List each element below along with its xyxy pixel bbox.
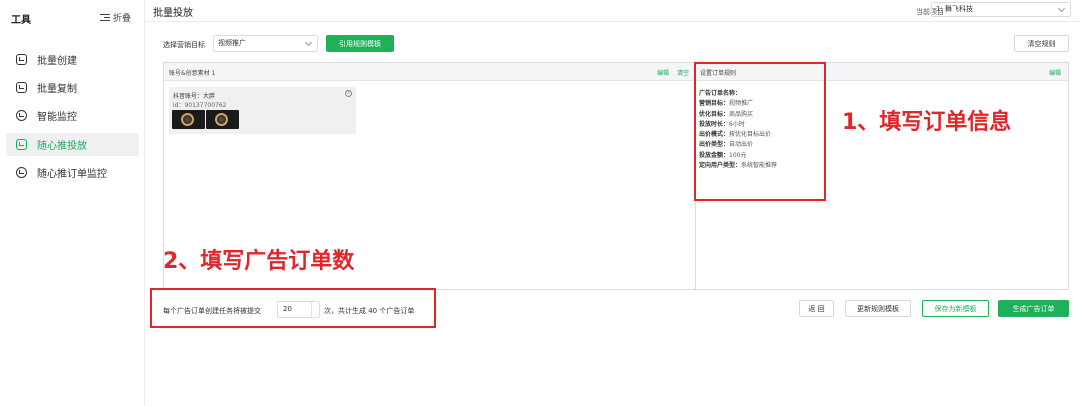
video-thumbnail[interactable] (172, 110, 205, 129)
sidebar-title: 工具 (11, 15, 31, 26)
sidebar-item-label: 随心推订单监控 (37, 169, 107, 180)
use-template-button[interactable]: 引用规则模板 (326, 35, 394, 52)
goal-value: 视频推广 (218, 39, 246, 47)
sidebar-item-batch-create[interactable]: 批量创建 (6, 48, 139, 71)
video-thumbnail[interactable] (206, 110, 239, 129)
batch-copy-icon (16, 82, 27, 93)
annotation-step1: 1、填写订单信息 (842, 110, 1012, 135)
goal-label: 选择营销目标 (163, 41, 205, 49)
order-count-input[interactable]: 20 (277, 301, 320, 318)
annotation-box-rules (694, 62, 826, 201)
project-value: 1: 舞飞科技 (936, 5, 974, 13)
page-title: 批量投放 (153, 8, 193, 19)
generate-orders-button[interactable]: 生成广告订单 (998, 300, 1069, 317)
sidebar-item-label: 随心推投放 (37, 141, 87, 152)
batch-create-icon (16, 54, 27, 65)
account-material-header: 账号&创意素材 1 编辑 清空 (164, 63, 695, 81)
annotation-step2: 2、填写广告订单数 (163, 249, 355, 274)
sidebar-item-label: 批量复制 (37, 84, 77, 95)
fold-button[interactable]: 折叠 (100, 11, 131, 24)
back-button[interactable]: 返 回 (799, 300, 834, 317)
account-material-title: 账号&创意素材 1 (169, 70, 216, 77)
sidebar-item-suixintui-launch[interactable]: 随心推投放 (6, 133, 139, 156)
edit-rules-link[interactable]: 编辑 (1049, 68, 1061, 77)
sidebar-item-smart-monitor[interactable]: 智能监控 (6, 104, 139, 127)
chevron-down-icon (1057, 4, 1066, 13)
material-card: 抖音账号：大胖 id：90137700762 × (169, 87, 356, 134)
save-template-button[interactable]: 保存为新模板 (922, 300, 989, 317)
sidebar: 工具 折叠 批量创建 批量复制 智能监控 随心推投放 随心推订单监控 (0, 0, 145, 406)
number-stepper[interactable] (311, 302, 319, 317)
sidebar-item-label: 智能监控 (37, 112, 77, 123)
order-monitor-icon (16, 167, 27, 178)
chevron-down-icon (304, 38, 313, 47)
sidebar-item-suixintui-order-monitor[interactable]: 随心推订单监控 (6, 161, 139, 184)
order-count-value: 20 (283, 305, 292, 313)
account-id: id：90137700762 (173, 102, 227, 109)
update-template-button[interactable]: 更新规则模板 (845, 300, 911, 317)
monitor-icon (16, 110, 27, 121)
order-count-prefix: 每个广告订单创建任务将被提交 (163, 307, 261, 315)
top-bar: 批量投放 当前项目 1: 舞飞科技 (145, 0, 1080, 22)
order-count-suffix: 次，共计生成 40 个广告订单 (324, 307, 415, 315)
sidebar-item-batch-copy[interactable]: 批量复制 (6, 76, 139, 99)
clear-material-link[interactable]: 清空 (677, 68, 689, 77)
account-name: 抖音账号：大胖 (173, 93, 216, 100)
edit-material-link[interactable]: 编辑 (657, 68, 669, 77)
launch-icon (16, 139, 27, 150)
sidebar-header: 工具 折叠 (0, 0, 145, 34)
project-select[interactable]: 1: 舞飞科技 (931, 2, 1071, 17)
goal-select[interactable]: 视频推广 (213, 35, 318, 52)
sidebar-item-label: 批量创建 (37, 56, 77, 67)
fold-label: 折叠 (113, 14, 132, 24)
close-icon[interactable]: × (345, 90, 352, 97)
collapse-icon (100, 13, 110, 22)
clear-rules-button[interactable]: 清空规则 (1014, 35, 1069, 52)
